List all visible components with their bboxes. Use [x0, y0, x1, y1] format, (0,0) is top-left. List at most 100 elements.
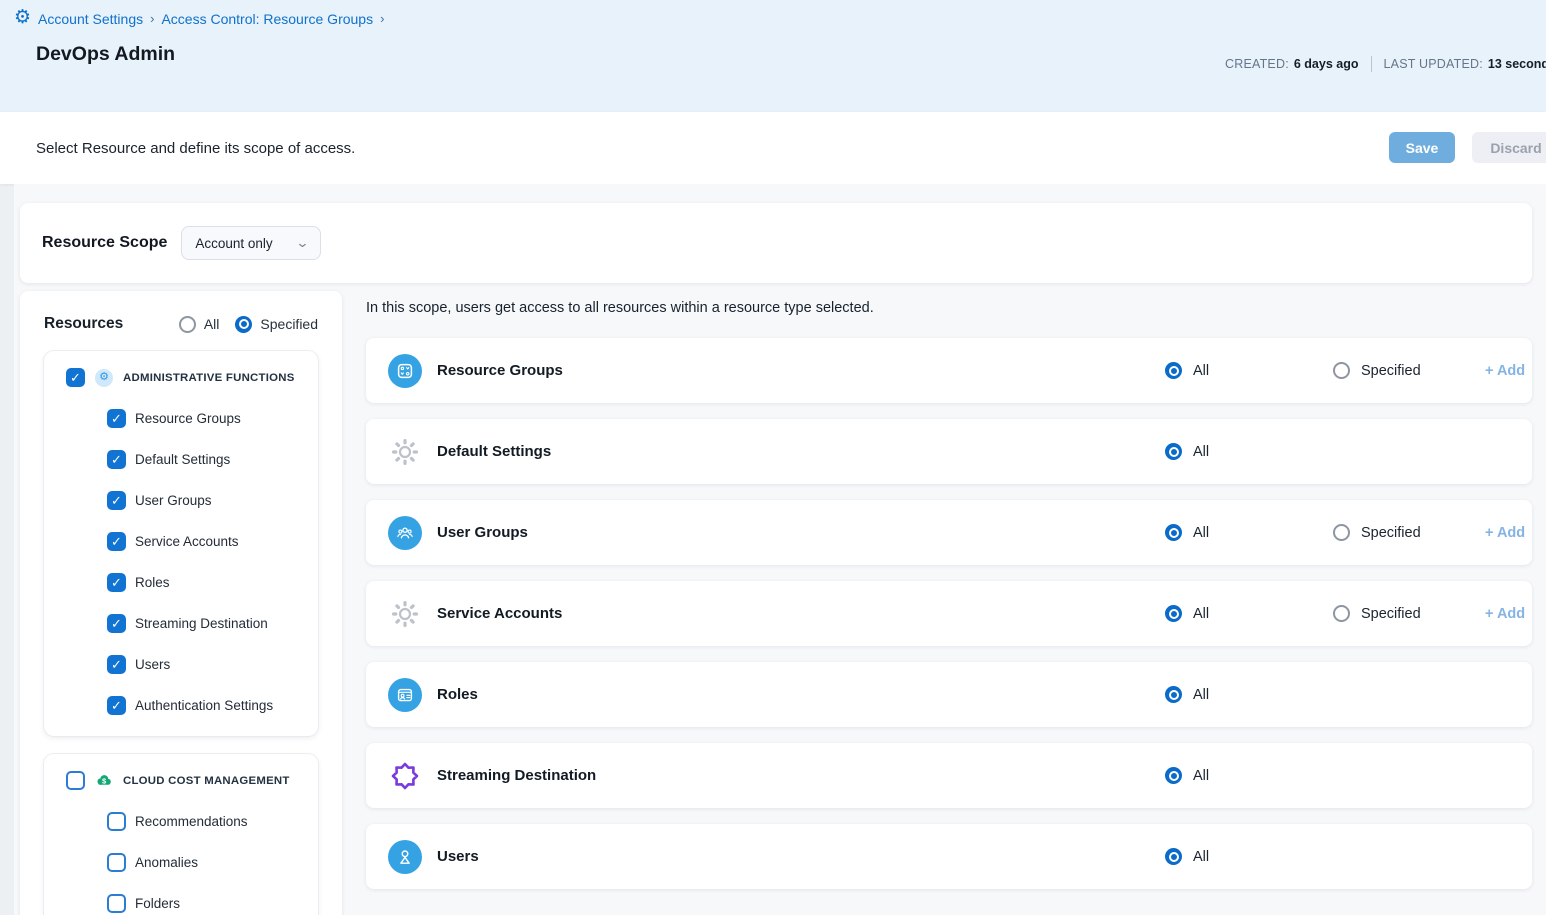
resource-check-item[interactable]: Anomalies: [107, 853, 308, 872]
item-label: Streaming Destination: [135, 616, 268, 631]
radio-specified-button[interactable]: [1333, 605, 1350, 622]
item-label: Roles: [135, 575, 170, 590]
resource-check-item[interactable]: Default Settings: [107, 450, 308, 469]
resources-radio-specified[interactable]: Specified: [235, 316, 318, 333]
item-checkbox[interactable]: [107, 655, 126, 674]
resources-title: Resources: [44, 315, 123, 333]
save-button[interactable]: Save: [1389, 132, 1455, 163]
discard-button[interactable]: Discard: [1472, 132, 1546, 163]
resource-check-item[interactable]: Users: [107, 655, 308, 674]
resource-scope-label: Resource Scope: [42, 234, 167, 252]
item-checkbox[interactable]: [107, 853, 126, 872]
row-label: Service Accounts: [437, 605, 562, 622]
resource-scope-value: Account only: [195, 236, 272, 251]
item-label: Recommendations: [135, 814, 248, 829]
resource-check-item[interactable]: Recommendations: [107, 812, 308, 831]
resource-row: Users All: [366, 824, 1532, 889]
roles-icon: [388, 678, 422, 712]
resource-check-item[interactable]: User Groups: [107, 491, 308, 510]
resource-check-item[interactable]: Resource Groups: [107, 409, 308, 428]
resource-check-item[interactable]: Service Accounts: [107, 532, 308, 551]
radio-all[interactable]: All: [1165, 524, 1333, 541]
item-checkbox[interactable]: [107, 409, 126, 428]
resource-row: Resource Groups All Specified + Add: [366, 338, 1532, 403]
gear-icon: [388, 597, 422, 631]
radio-specified-button[interactable]: [1333, 524, 1350, 541]
radio-specified-button[interactable]: [1333, 362, 1350, 379]
resource-check-item[interactable]: Folders: [107, 894, 308, 913]
group-checkbox[interactable]: [66, 368, 85, 387]
gear-icon: ⚙: [14, 8, 31, 27]
user-groups-icon: [388, 516, 422, 550]
resource-check-item[interactable]: Roles: [107, 573, 308, 592]
radio-all[interactable]: All: [1165, 767, 1333, 784]
users-icon: [388, 840, 422, 874]
item-label: Folders: [135, 896, 180, 911]
row-label: Default Settings: [437, 443, 551, 460]
radio-all[interactable]: All: [1165, 686, 1333, 703]
radio-specified[interactable]: Specified: [1333, 605, 1485, 622]
item-label: Service Accounts: [135, 534, 239, 549]
radio-all-button[interactable]: [1165, 686, 1182, 703]
item-checkbox[interactable]: [107, 573, 126, 592]
radio-all-button[interactable]: [1165, 524, 1182, 541]
resource-check-item[interactable]: Authentication Settings: [107, 696, 308, 715]
gear-icon: [388, 435, 422, 469]
radio-all[interactable]: All: [1165, 443, 1333, 460]
updated-label: LAST UPDATED:: [1384, 57, 1483, 71]
item-checkbox[interactable]: [107, 614, 126, 633]
radio-all-button[interactable]: [1165, 362, 1182, 379]
radio-all-button[interactable]: [179, 316, 196, 333]
item-label: Users: [135, 657, 170, 672]
resource-scope-select[interactable]: Account only ⌄: [181, 226, 320, 260]
row-label: Roles: [437, 686, 478, 703]
breadcrumb-access-control[interactable]: Access Control: Resource Groups: [161, 11, 373, 27]
radio-all-button[interactable]: [1165, 443, 1182, 460]
item-checkbox[interactable]: [107, 812, 126, 831]
add-link[interactable]: + Add: [1485, 606, 1532, 622]
radio-all[interactable]: All: [1165, 362, 1333, 379]
resource-group-card: ⚙ ADMINISTRATIVE FUNCTIONS Resource Grou…: [44, 351, 318, 736]
group-checkbox[interactable]: [66, 771, 85, 790]
resources-radio-all[interactable]: All: [179, 316, 220, 333]
radio-all-button[interactable]: [1165, 848, 1182, 865]
radio-all-button[interactable]: [1165, 605, 1182, 622]
item-checkbox[interactable]: [107, 491, 126, 510]
breadcrumb-account-settings[interactable]: Account Settings: [38, 11, 143, 27]
resource-scope-card: Resource Scope Account only ⌄: [20, 203, 1532, 283]
action-description: Select Resource and define its scope of …: [36, 140, 355, 157]
item-label: Default Settings: [135, 452, 230, 467]
item-label: Anomalies: [135, 855, 198, 870]
radio-all[interactable]: All: [1165, 605, 1333, 622]
item-checkbox[interactable]: [107, 450, 126, 469]
chevron-right-icon: ›: [150, 11, 154, 26]
updated-value: 13 seconds ago: [1488, 57, 1546, 71]
page-header: ⚙ Account Settings › Access Control: Res…: [0, 0, 1546, 112]
action-bar: Select Resource and define its scope of …: [0, 112, 1546, 184]
item-label: Resource Groups: [135, 411, 241, 426]
cloud-cost-icon: $: [95, 772, 113, 790]
breadcrumb: ⚙ Account Settings › Access Control: Res…: [0, 0, 1546, 27]
resource-row: Service Accounts All Specified + Add: [366, 581, 1532, 646]
chevron-down-icon: ⌄: [295, 235, 309, 251]
item-checkbox[interactable]: [107, 532, 126, 551]
row-label: Resource Groups: [437, 362, 563, 379]
scope-main-panel: In this scope, users get access to all r…: [366, 291, 1532, 905]
resource-check-item[interactable]: Streaming Destination: [107, 614, 308, 633]
item-checkbox[interactable]: [107, 696, 126, 715]
radio-all-button[interactable]: [1165, 767, 1182, 784]
radio-specified[interactable]: Specified: [1333, 524, 1485, 541]
group-label: CLOUD COST MANAGEMENT: [123, 775, 290, 787]
created-value: 6 days ago: [1294, 57, 1359, 71]
add-link[interactable]: + Add: [1485, 363, 1532, 379]
item-label: Authentication Settings: [135, 698, 273, 713]
resource-row: User Groups All Specified + Add: [366, 500, 1532, 565]
admin-functions-icon: ⚙: [95, 369, 113, 387]
radio-specified-button[interactable]: [235, 316, 252, 333]
add-link[interactable]: + Add: [1485, 525, 1532, 541]
radio-specified[interactable]: Specified: [1333, 362, 1485, 379]
item-checkbox[interactable]: [107, 894, 126, 913]
radio-all[interactable]: All: [1165, 848, 1333, 865]
streaming-destination-icon: [388, 759, 422, 793]
scope-description: In this scope, users get access to all r…: [366, 300, 1532, 316]
